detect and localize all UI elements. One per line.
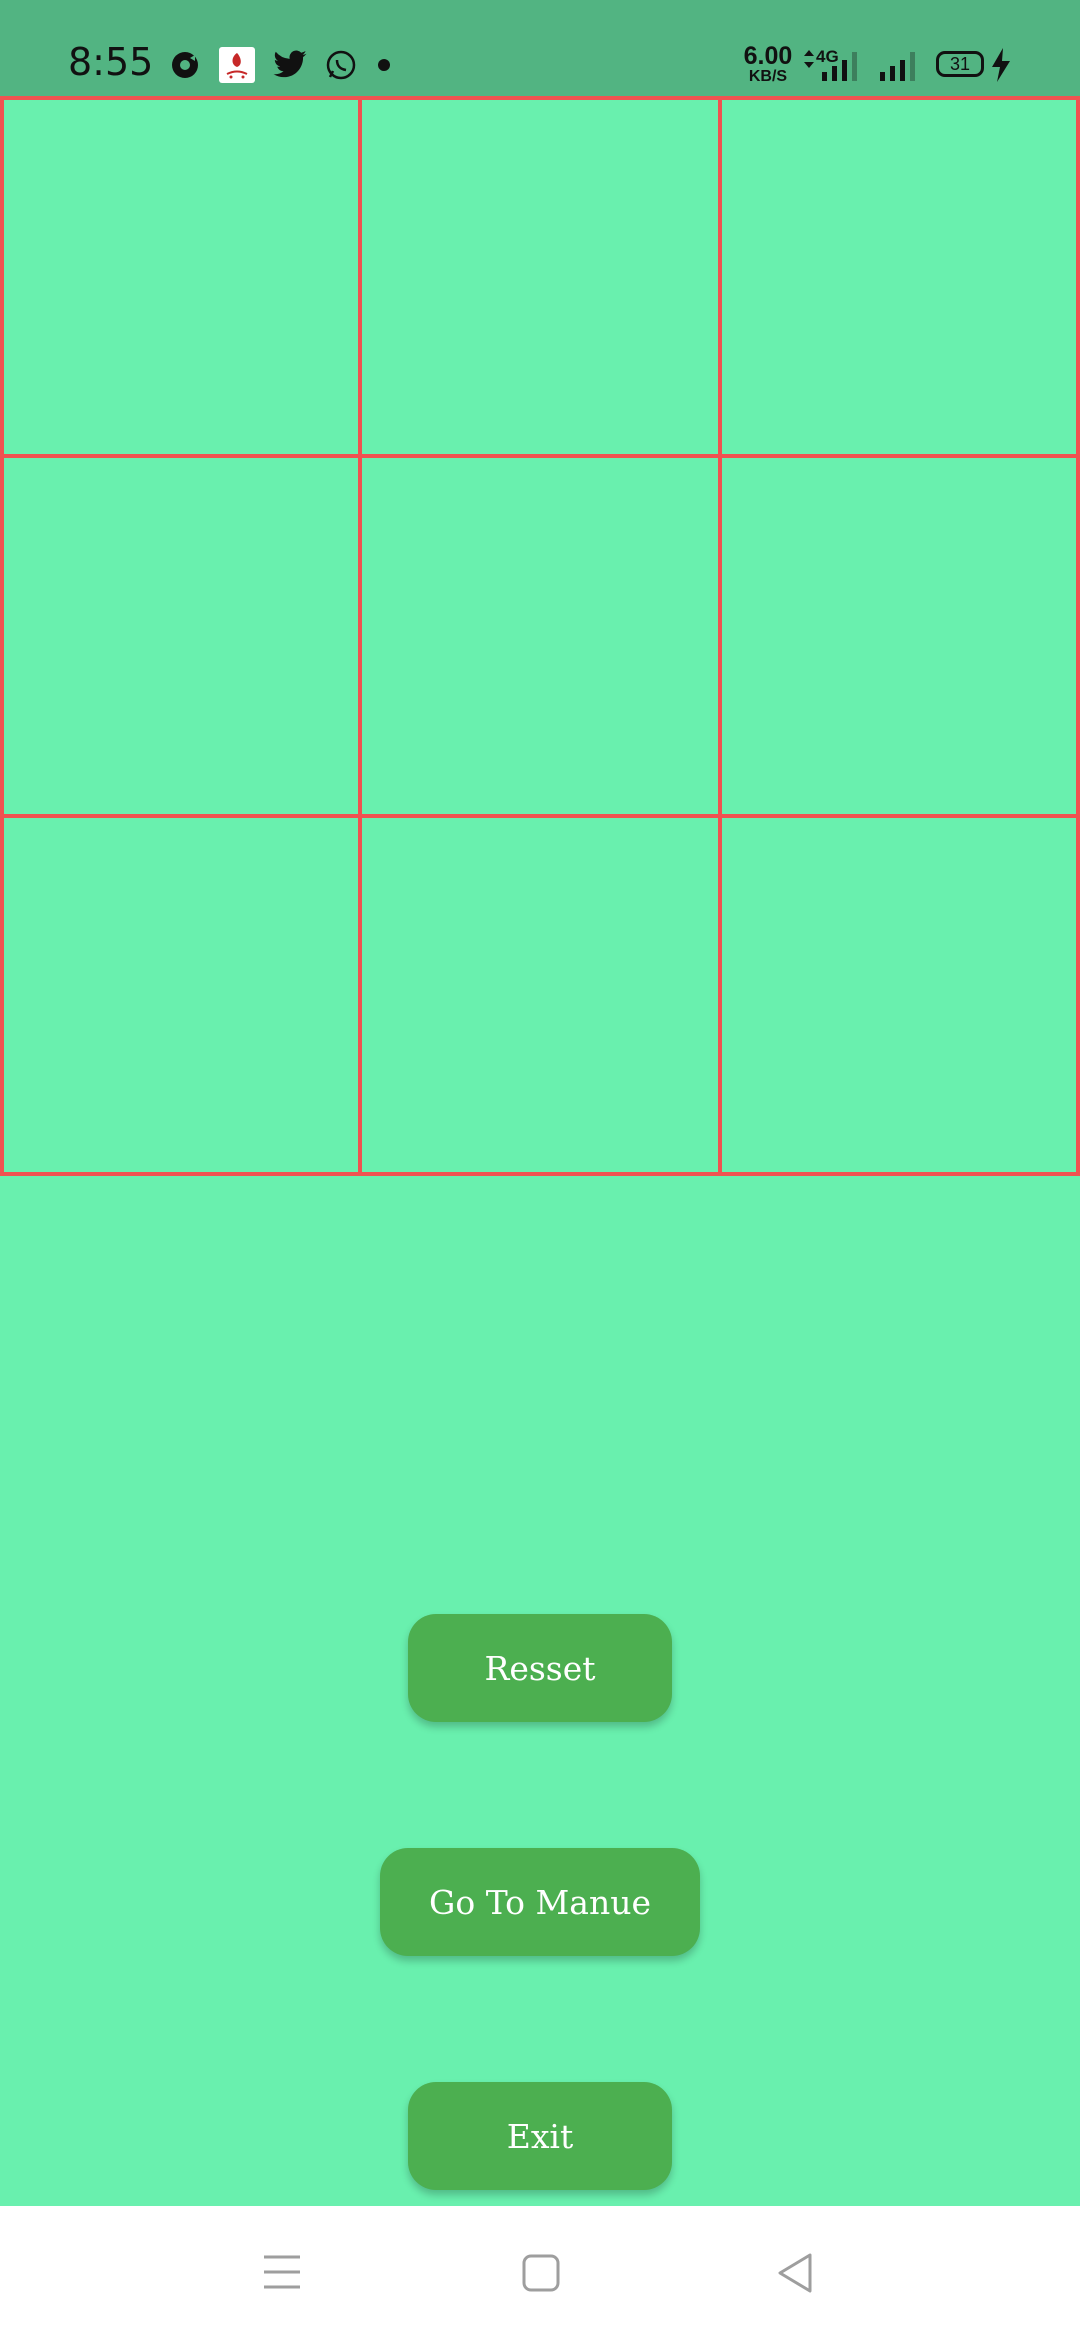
status-bar: 8:55 6.00 KB/S 4G 31 [0,0,1080,96]
home-icon[interactable] [522,2254,560,2292]
board-cell-1[interactable] [0,96,362,458]
navigation-bar [0,2206,1080,2340]
board-cell-5[interactable] [358,454,722,818]
twitter-icon [273,50,307,78]
battery-level: 31 [949,54,971,74]
board-cell-7[interactable] [0,814,362,1176]
board-cell-3[interactable] [718,96,1080,458]
data-arrows-icon [804,50,814,68]
network-speed: 6.00 KB/S [742,44,794,85]
signal-4g-icon [822,52,857,81]
app-notification-icon [219,47,255,83]
exit-button[interactable]: Exit [408,2082,672,2190]
board-cell-4[interactable] [0,454,362,818]
status-time: 8:55 [68,40,154,84]
media-icon [172,52,198,78]
whatsapp-icon [326,50,356,80]
tic-tac-toe-board [0,96,1080,1176]
recents-icon[interactable] [262,2254,302,2290]
reset-button[interactable]: Resset [408,1614,672,1722]
go-to-menu-button[interactable]: Go To Manue [380,1848,700,1956]
network-speed-value: 6.00 [743,42,793,70]
board-cell-2[interactable] [358,96,722,458]
battery-icon: 31 [936,51,984,77]
charging-bolt-icon [992,48,1010,82]
board-cell-9[interactable] [718,814,1080,1176]
back-icon[interactable] [776,2252,814,2294]
signal-icon [880,52,915,81]
board-cell-6[interactable] [718,454,1080,818]
board-cell-8[interactable] [358,814,722,1176]
network-speed-unit: KB/S [748,68,788,85]
more-notifications-dot-icon [378,59,390,71]
